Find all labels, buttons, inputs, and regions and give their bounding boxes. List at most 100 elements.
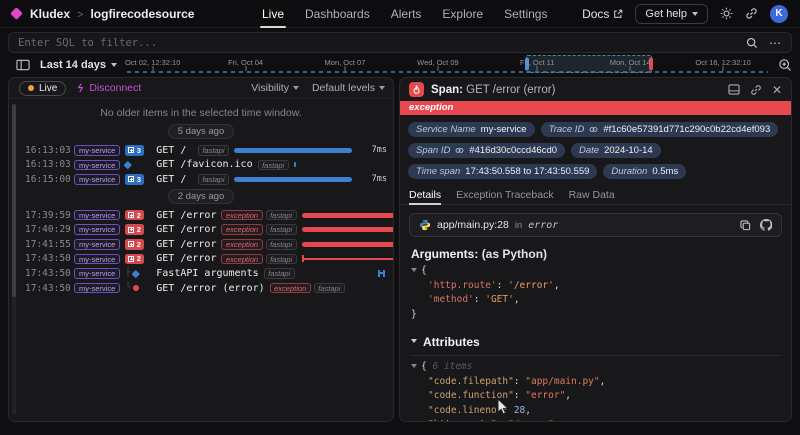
trace-list-panel: Live Disconnect Visibility Default level… — [8, 77, 394, 422]
diamond-marker-icon — [132, 270, 140, 278]
get-help-label: Get help — [645, 8, 687, 20]
breadcrumb[interactable]: Kludex>logfirecodesource — [30, 7, 194, 21]
detail-tab-exception-traceback[interactable]: Exception Traceback — [456, 185, 553, 204]
meta-chip-service-name[interactable]: Service Namemy-service — [408, 122, 535, 137]
meta-chip-trace-id[interactable]: Trace ID#f1c60e57391d771c290c0b22cd4ef09… — [541, 122, 779, 137]
code-filepath: app/main.py:28 — [437, 219, 509, 231]
trace-row[interactable]: 17:39:59my-service2GET /errorexceptionfa… — [9, 208, 393, 223]
trace-row[interactable]: 17:43:50my-service└GET /error (error)exc… — [9, 281, 393, 296]
fastapi-tag: fastapi — [198, 145, 229, 156]
expand-count-badge[interactable]: 3 — [125, 145, 144, 156]
open-github-button[interactable] — [760, 219, 772, 231]
share-link-button[interactable] — [745, 7, 758, 20]
chip-value: 2024-10-14 — [604, 145, 653, 156]
expand-icon — [128, 176, 134, 182]
collapse-icon[interactable] — [411, 364, 417, 368]
trace-list-scrollbar[interactable] — [12, 104, 16, 415]
disconnect-button[interactable]: Disconnect — [76, 82, 141, 94]
get-help-button[interactable]: Get help — [635, 4, 708, 24]
trace-row[interactable]: 17:43:50my-service2GET /errorexceptionfa… — [9, 252, 393, 267]
trace-row[interactable]: 17:43:50my-service├FastAPI argumentsfast… — [9, 266, 393, 281]
attributes-heading[interactable]: Attributes — [411, 335, 781, 349]
timeline-tick-mark — [437, 66, 438, 71]
chevron-down-icon — [293, 86, 299, 90]
docs-link[interactable]: Docs — [582, 7, 623, 21]
sql-filter-input[interactable] — [18, 37, 746, 49]
trace-timestamp: 17:43:50 — [25, 283, 69, 294]
avatar[interactable]: K — [770, 5, 788, 23]
span-marker[interactable]: 2 — [125, 239, 151, 250]
tab-live[interactable]: Live — [262, 0, 284, 28]
exception-tag: exception — [221, 210, 262, 221]
time-range-selector[interactable]: Last 14 days — [40, 59, 117, 71]
detail-tab-details[interactable]: Details — [409, 185, 441, 204]
collapse-icon[interactable] — [411, 268, 417, 272]
span-marker[interactable]: 2 — [125, 224, 151, 235]
tab-explore[interactable]: Explore — [442, 0, 483, 28]
span-marker[interactable] — [125, 162, 151, 168]
trace-row[interactable]: 16:15:00my-service3GET /fastapi7ms — [9, 172, 393, 187]
visibility-dropdown[interactable]: Visibility — [251, 82, 299, 94]
exception-banner: exception — [400, 101, 791, 115]
tree-connector: └ — [125, 283, 130, 293]
zoom-in-button[interactable] — [778, 58, 792, 72]
copy-code-button[interactable] — [740, 220, 751, 231]
span-detail-header: Span: GET /error (error) ✕ — [400, 78, 791, 101]
meta-chip-span-id[interactable]: Span ID#416d30c0ccd46cd0 — [408, 143, 565, 158]
scrollbar-thumb[interactable] — [12, 104, 16, 297]
close-icon[interactable]: ✕ — [772, 85, 782, 95]
attributes-code-block: { 6 items"code.filepath": "app/main.py",… — [411, 360, 781, 422]
span-marker[interactable]: 2 — [125, 254, 151, 265]
span-marker[interactable]: 2 — [125, 210, 151, 221]
duration-track — [300, 269, 394, 277]
expand-count-badge[interactable]: 2 — [125, 254, 144, 265]
trace-row[interactable]: 16:13:03my-serviceGET /favicon.icofastap… — [9, 158, 393, 173]
span-name: GET /favicon.ico — [156, 159, 252, 170]
expand-icon — [128, 227, 134, 233]
panel-layout-button[interactable] — [728, 84, 740, 95]
span-marker[interactable]: 3 — [125, 145, 151, 156]
span-marker[interactable]: └ — [125, 283, 151, 293]
breadcrumb-project[interactable]: logfirecodesource — [90, 7, 194, 21]
tab-dashboards[interactable]: Dashboards — [305, 0, 370, 28]
span-marker[interactable]: 3 — [125, 174, 151, 185]
duration-track — [302, 226, 394, 234]
expand-count-badge[interactable]: 2 — [125, 210, 144, 221]
timeline-tick-mark — [630, 66, 631, 71]
expand-count-badge[interactable]: 2 — [125, 224, 144, 235]
visibility-label: Visibility — [251, 82, 289, 94]
trace-row[interactable]: 17:40:29my-service2GET /errorexceptionfa… — [9, 222, 393, 237]
code-location-box[interactable]: app/main.py:28 in error — [409, 213, 782, 237]
trace-row[interactable]: 17:41:55my-service2GET /errorexceptionfa… — [9, 237, 393, 252]
meta-chip-date[interactable]: Date2024-10-14 — [571, 143, 661, 158]
chip-label: Trace ID — [549, 124, 585, 135]
sidebar-toggle-button[interactable] — [16, 59, 30, 71]
span-marker[interactable]: ├ — [125, 268, 151, 278]
timeline-scrubber[interactable]: Oct 02, 12:32:10Fri, Oct 04Mon, Oct 07We… — [127, 56, 768, 74]
copy-link-button[interactable] — [750, 84, 762, 96]
meta-chip-time-span[interactable]: Time span17:43:50.558 to 17:43:50.559 — [408, 164, 597, 179]
detail-tab-raw-data[interactable]: Raw Data — [569, 185, 615, 204]
magnifier-plus-icon — [778, 58, 792, 72]
argument-entry: 'method': 'GET', — [411, 293, 781, 308]
chip-value: #416d30c0ccd46cd0 — [469, 145, 557, 156]
more-options-button[interactable]: ⋯ — [769, 38, 782, 48]
tab-settings[interactable]: Settings — [504, 0, 547, 28]
expand-count-badge[interactable]: 2 — [125, 239, 144, 250]
search-button[interactable] — [746, 37, 758, 49]
default-levels-dropdown[interactable]: Default levels — [312, 82, 385, 94]
duration-bar — [302, 242, 394, 247]
trace-list: No older items in the selected time wind… — [9, 99, 393, 295]
live-button[interactable]: Live — [19, 81, 66, 96]
tab-alerts[interactable]: Alerts — [391, 0, 422, 28]
expand-count-badge[interactable]: 3 — [125, 174, 144, 185]
trace-timestamp: 17:43:50 — [25, 253, 69, 264]
timeline-tick-mark — [152, 66, 153, 71]
meta-chip-duration[interactable]: Duration0.5ms — [603, 164, 686, 179]
trace-row[interactable]: 16:13:03my-service3GET /fastapi7ms — [9, 143, 393, 158]
breadcrumb-org[interactable]: Kludex — [30, 7, 70, 21]
argument-entry: 'http.route': '/error', — [411, 279, 781, 294]
time-range-label: Last 14 days — [40, 59, 106, 71]
service-tag: my-service — [74, 283, 120, 294]
theme-toggle-button[interactable] — [720, 7, 733, 20]
